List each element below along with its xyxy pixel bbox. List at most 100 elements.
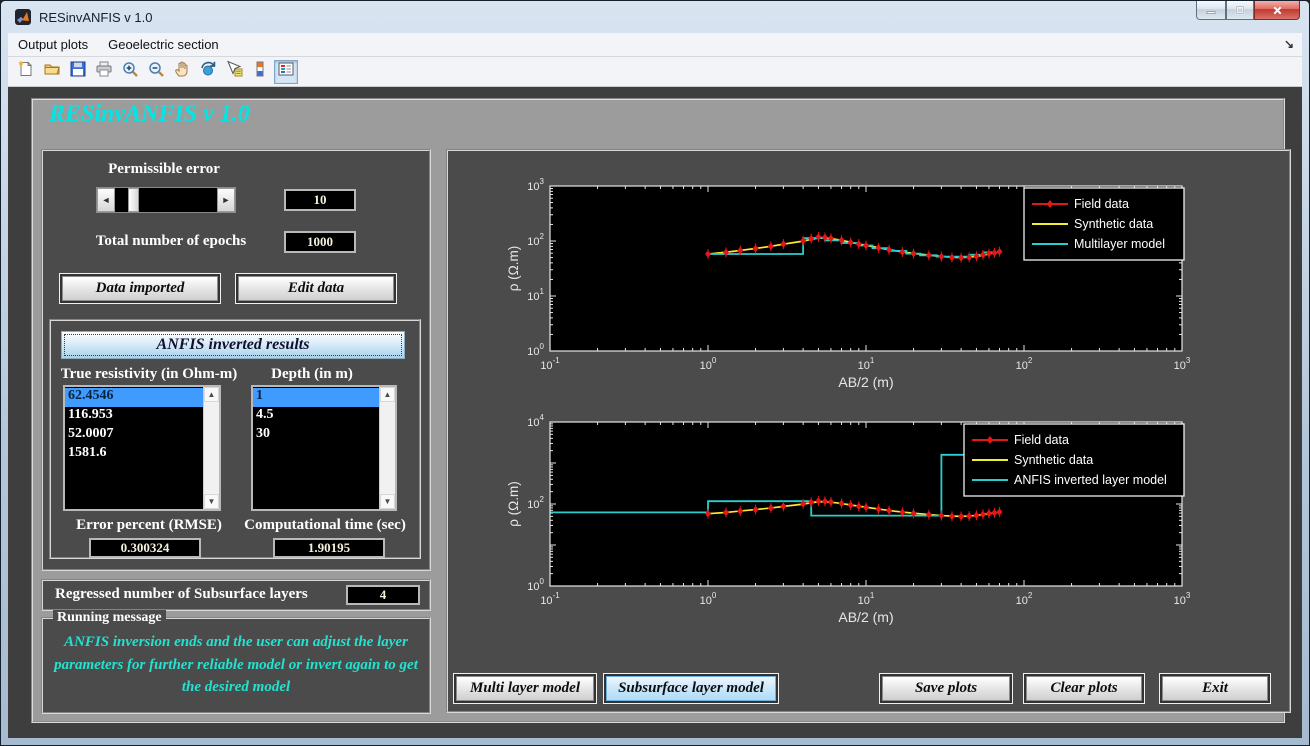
- list-item[interactable]: 116.953: [65, 407, 203, 426]
- svg-text:Field data: Field data: [1014, 433, 1069, 447]
- svg-text:103: 103: [1174, 591, 1191, 607]
- scroll-down-icon[interactable]: ▼: [204, 494, 219, 509]
- zoom-out-icon: [147, 60, 165, 83]
- svg-text:101: 101: [858, 591, 875, 607]
- data-imported-button[interactable]: Data imported: [62, 276, 218, 301]
- window-controls: [1196, 1, 1300, 20]
- anfis-model-chart[interactable]: 10-1100101102103100102104AB/2 (m)ρ (Ω.m)…: [450, 391, 1288, 631]
- scroll-up-icon[interactable]: ▲: [380, 387, 395, 402]
- rotate-3d-button[interactable]: [196, 60, 220, 84]
- menu-overflow-icon[interactable]: ↘: [1284, 37, 1294, 51]
- svg-text:104: 104: [527, 413, 544, 429]
- data-cursor-icon: [225, 60, 243, 83]
- svg-text:Synthetic data: Synthetic data: [1074, 217, 1153, 231]
- resistivity-scrollbar[interactable]: ▲▼: [203, 387, 219, 509]
- list-item[interactable]: 52.0007: [65, 426, 203, 445]
- app-heading: RESinvANFIS v 1.0: [49, 101, 250, 128]
- print-button[interactable]: [92, 60, 116, 84]
- slider-thumb[interactable]: [128, 188, 139, 212]
- slider-left-arrow[interactable]: ◄: [97, 188, 115, 212]
- list-item[interactable]: 4.5: [253, 407, 379, 426]
- subsurface-layer-model-button[interactable]: Subsurface layer model: [606, 676, 776, 701]
- svg-text:10-1: 10-1: [540, 591, 560, 607]
- list-item[interactable]: 1: [253, 388, 379, 407]
- multilayer-model-chart[interactable]: 10-1100101102103100101102103AB/2 (m)ρ (Ω…: [450, 153, 1288, 393]
- save-plots-button-frame: Save plots: [879, 673, 1013, 704]
- zoom-in-button[interactable]: [118, 60, 142, 84]
- results-panel: ANFIS inverted results True resistivity …: [49, 319, 421, 559]
- permissible-error-label: Permissible error: [51, 161, 277, 178]
- list-item[interactable]: 1581.6: [65, 445, 203, 464]
- zoom-out-button[interactable]: [144, 60, 168, 84]
- menubar-items: Output plotsGeoelectric section: [8, 34, 229, 55]
- minimize-button[interactable]: [1196, 1, 1226, 20]
- zoom-in-icon: [121, 60, 139, 83]
- close-button[interactable]: [1254, 1, 1300, 20]
- rotate-3d-icon: [199, 60, 217, 83]
- exit-button-frame: Exit: [1159, 673, 1271, 704]
- edit-data-button-frame: Edit data: [235, 273, 397, 304]
- svg-text:100: 100: [527, 577, 544, 593]
- epochs-value[interactable]: 1000: [284, 231, 356, 253]
- svg-text:ρ (Ω.m): ρ (Ω.m): [506, 481, 521, 527]
- running-message-title: Running message: [53, 610, 166, 626]
- svg-text:ρ (Ω.m): ρ (Ω.m): [506, 246, 521, 292]
- depth-listbox[interactable]: 14.530 ▲▼: [251, 385, 397, 511]
- resistivity-list-items: 62.4546116.95352.00071581.6: [65, 387, 203, 509]
- pan-button[interactable]: [170, 60, 194, 84]
- depth-list-items: 14.530: [253, 387, 379, 509]
- list-item[interactable]: 30: [253, 426, 379, 445]
- running-message-text: ANFIS inversion ends and the user can ad…: [43, 619, 429, 699]
- data-imported-button-frame: Data imported: [59, 273, 221, 304]
- list-item[interactable]: 62.4546: [65, 388, 203, 407]
- svg-text:102: 102: [527, 495, 544, 511]
- save-figure-button[interactable]: [66, 60, 90, 84]
- save-icon: [69, 60, 87, 83]
- edit-data-button[interactable]: Edit data: [238, 276, 394, 301]
- rmse-label: Error percent (RMSE): [51, 517, 247, 534]
- regressed-layers-value[interactable]: 4: [346, 585, 420, 605]
- figure-canvas: RESinvANFIS v 1.0 Permissible error ◄ ► …: [8, 87, 1302, 738]
- maximize-button[interactable]: [1226, 1, 1254, 20]
- save-plots-button[interactable]: Save plots: [882, 676, 1010, 701]
- resistivity-listbox[interactable]: 62.4546116.95352.00071581.6 ▲▼: [63, 385, 221, 511]
- titlebar[interactable]: RESinvANFIS v 1.0: [1, 1, 1309, 33]
- menu-geoelectric-section[interactable]: Geoelectric section: [98, 34, 229, 55]
- subsurface-layer-model-button-frame: Subsurface layer model: [603, 673, 779, 704]
- scroll-up-icon[interactable]: ▲: [204, 387, 219, 402]
- open-file-button[interactable]: [40, 60, 64, 84]
- depth-scrollbar[interactable]: ▲▼: [379, 387, 395, 509]
- menu-output-plots[interactable]: Output plots: [8, 34, 98, 55]
- window-title: RESinvANFIS v 1.0: [39, 10, 152, 25]
- permissible-error-slider[interactable]: ◄ ►: [96, 187, 236, 213]
- svg-text:ANFIS inverted layer model: ANFIS inverted layer model: [1014, 473, 1167, 487]
- multi-layer-model-button[interactable]: Multi layer model: [456, 676, 594, 701]
- svg-text:100: 100: [700, 356, 717, 372]
- matlab-app-icon: [15, 9, 31, 25]
- svg-text:100: 100: [700, 591, 717, 607]
- svg-text:101: 101: [527, 287, 544, 303]
- comp-time-label: Computational time (sec): [237, 517, 413, 534]
- insert-legend-icon: [277, 60, 295, 83]
- insert-legend-button[interactable]: [274, 60, 298, 84]
- clear-plots-button[interactable]: Clear plots: [1026, 676, 1142, 701]
- new-figure-button[interactable]: [14, 60, 38, 84]
- slider-track[interactable]: [115, 188, 217, 212]
- scroll-down-icon[interactable]: ▼: [380, 494, 395, 509]
- svg-text:Multilayer model: Multilayer model: [1074, 237, 1165, 251]
- svg-text:103: 103: [1174, 356, 1191, 372]
- svg-text:AB/2 (m): AB/2 (m): [838, 609, 893, 625]
- svg-text:Field data: Field data: [1074, 197, 1129, 211]
- anfis-results-button[interactable]: ANFIS inverted results: [61, 331, 405, 359]
- colorbar-button[interactable]: [248, 60, 272, 84]
- slider-right-arrow[interactable]: ►: [217, 188, 235, 212]
- svg-text:101: 101: [858, 356, 875, 372]
- svg-text:10-1: 10-1: [540, 356, 560, 372]
- exit-button[interactable]: Exit: [1162, 676, 1268, 701]
- open-folder-icon: [43, 60, 61, 83]
- permissible-error-value[interactable]: 10: [284, 189, 356, 211]
- epochs-label: Total number of epochs: [51, 233, 291, 250]
- svg-text:102: 102: [527, 232, 544, 248]
- data-cursor-button[interactable]: [222, 60, 246, 84]
- running-message-panel: Running message ANFIS inversion ends and…: [41, 617, 431, 714]
